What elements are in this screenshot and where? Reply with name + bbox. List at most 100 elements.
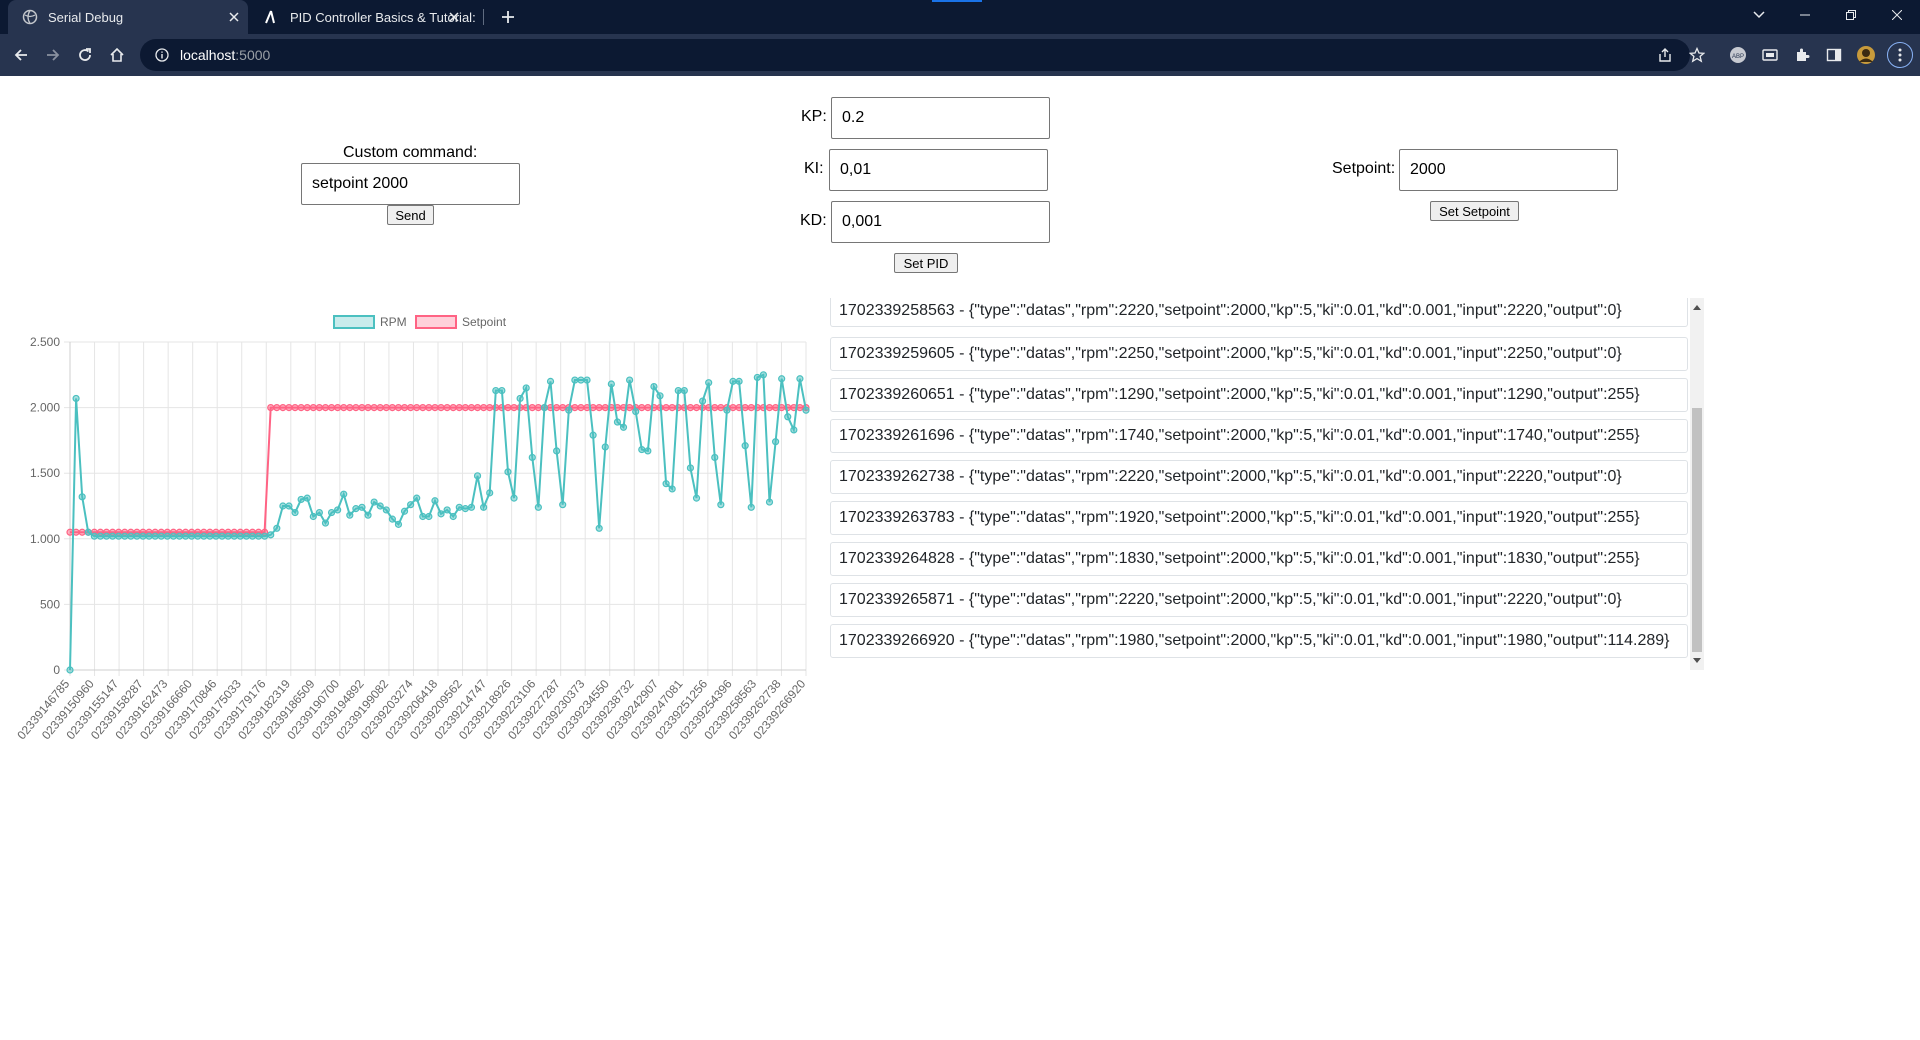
data-point-rpm	[771, 438, 780, 446]
data-point-rpm	[589, 431, 597, 439]
browser-toolbar: localhost:5000 ABP	[0, 34, 1920, 76]
tab-serial-debug[interactable]: Serial Debug	[8, 0, 248, 34]
data-point-rpm	[315, 508, 323, 517]
data-point-rpm	[212, 532, 220, 540]
log-scrollbar[interactable]	[1690, 298, 1704, 670]
close-window-icon[interactable]	[1874, 0, 1920, 30]
data-point-setpoint	[334, 403, 342, 412]
data-point-setpoint	[473, 403, 482, 412]
tab-pid-controller[interactable]: PID Controller Basics & Tutorial:	[252, 0, 484, 34]
address-bar[interactable]: localhost:5000	[140, 39, 1690, 71]
data-point-setpoint	[662, 403, 670, 412]
data-point-setpoint	[309, 403, 317, 412]
log-entry: 1702339259605 - {"type":"datas","rpm":22…	[830, 337, 1688, 371]
legend-swatch-setpoint	[415, 315, 457, 329]
data-point-setpoint	[303, 403, 311, 412]
data-point-rpm	[644, 447, 652, 455]
side-panel-icon[interactable]	[1821, 42, 1847, 68]
tab-search-icon[interactable]	[1736, 0, 1782, 30]
data-point-setpoint	[346, 403, 354, 412]
y-tick-label: 2.500	[30, 335, 60, 349]
set-setpoint-button[interactable]: Set Setpoint	[1430, 201, 1519, 221]
extensions-icon[interactable]	[1789, 42, 1815, 68]
kp-input[interactable]	[831, 97, 1050, 139]
data-point-setpoint	[358, 403, 366, 412]
serial-log-panel[interactable]: 1702339258563 - {"type":"datas","rpm":22…	[820, 298, 1704, 670]
kd-input[interactable]	[831, 201, 1050, 243]
data-point-rpm	[188, 532, 196, 540]
data-point-setpoint	[461, 403, 469, 412]
data-point-setpoint	[291, 403, 299, 412]
data-point-rpm	[698, 397, 707, 405]
data-point-rpm	[297, 495, 305, 504]
data-point-setpoint	[741, 403, 749, 412]
log-entry: 1702339264828 - {"type":"datas","rpm":18…	[830, 542, 1688, 576]
data-point-rpm	[163, 532, 171, 540]
data-point-rpm	[607, 380, 615, 388]
profile-avatar-icon[interactable]	[1853, 42, 1879, 68]
restore-icon[interactable]	[1828, 0, 1874, 30]
data-point-setpoint	[595, 403, 603, 412]
back-icon[interactable]	[8, 42, 34, 68]
data-point-rpm	[346, 511, 354, 519]
data-point-rpm	[303, 494, 311, 502]
log-entry: 1702339263783 - {"type":"datas","rpm":19…	[830, 501, 1688, 535]
reload-icon[interactable]	[72, 42, 98, 68]
globe-icon	[22, 9, 38, 25]
data-point-setpoint	[370, 403, 378, 412]
data-point-rpm	[668, 485, 676, 493]
data-point-rpm	[674, 386, 682, 395]
forward-icon[interactable]	[40, 42, 66, 68]
minimize-icon[interactable]	[1782, 0, 1828, 30]
data-point-rpm	[218, 532, 226, 540]
data-point-rpm	[200, 532, 208, 540]
y-tick-label: 1.000	[30, 532, 60, 546]
page-content: Custom command: Send KP: KI: KD: Set PID…	[0, 76, 1920, 1040]
data-point-setpoint	[78, 528, 86, 536]
data-point-setpoint	[376, 403, 384, 412]
pid-icon	[264, 9, 280, 25]
data-point-setpoint	[668, 403, 676, 412]
y-tick-label: 2.000	[30, 401, 60, 415]
share-icon[interactable]	[1652, 42, 1678, 68]
data-point-rpm	[66, 666, 74, 674]
browser-menu-icon[interactable]	[1887, 42, 1913, 68]
scroll-down-icon[interactable]	[1692, 656, 1702, 666]
media-icon[interactable]	[1757, 42, 1783, 68]
ki-input[interactable]	[829, 149, 1048, 191]
data-point-rpm	[352, 505, 360, 513]
data-point-setpoint	[315, 403, 323, 412]
scroll-up-icon[interactable]	[1692, 302, 1702, 312]
data-point-rpm	[455, 503, 463, 511]
data-point-setpoint	[534, 403, 542, 412]
home-icon[interactable]	[104, 42, 130, 68]
data-point-rpm	[151, 532, 159, 540]
data-point-rpm	[90, 532, 98, 540]
set-pid-button[interactable]: Set PID	[894, 253, 958, 273]
custom-command-label: Custom command:	[343, 144, 478, 161]
data-point-setpoint	[285, 403, 293, 412]
data-point-rpm	[504, 468, 512, 476]
site-info-icon[interactable]	[154, 47, 170, 63]
data-point-setpoint	[340, 403, 348, 412]
scrollbar-thumb[interactable]	[1692, 408, 1702, 652]
custom-command-input[interactable]	[301, 163, 520, 205]
bookmark-star-icon[interactable]	[1684, 42, 1710, 68]
data-point-rpm	[613, 418, 622, 426]
data-point-rpm	[473, 472, 482, 480]
data-point-rpm	[115, 532, 123, 540]
adblock-icon[interactable]: ABP	[1725, 42, 1751, 68]
close-tab-icon[interactable]	[226, 9, 242, 25]
data-point-rpm	[370, 498, 378, 506]
ki-label: KI:	[804, 160, 824, 177]
send-button[interactable]: Send	[387, 205, 434, 225]
data-point-rpm	[175, 532, 184, 540]
data-point-rpm	[382, 506, 390, 514]
data-point-rpm	[778, 375, 786, 383]
tab-separator	[483, 9, 484, 25]
new-tab-icon[interactable]	[496, 5, 520, 29]
data-point-rpm	[638, 445, 646, 454]
setpoint-input[interactable]	[1399, 149, 1618, 191]
close-tab-icon[interactable]	[446, 9, 462, 25]
data-point-rpm	[376, 502, 384, 510]
